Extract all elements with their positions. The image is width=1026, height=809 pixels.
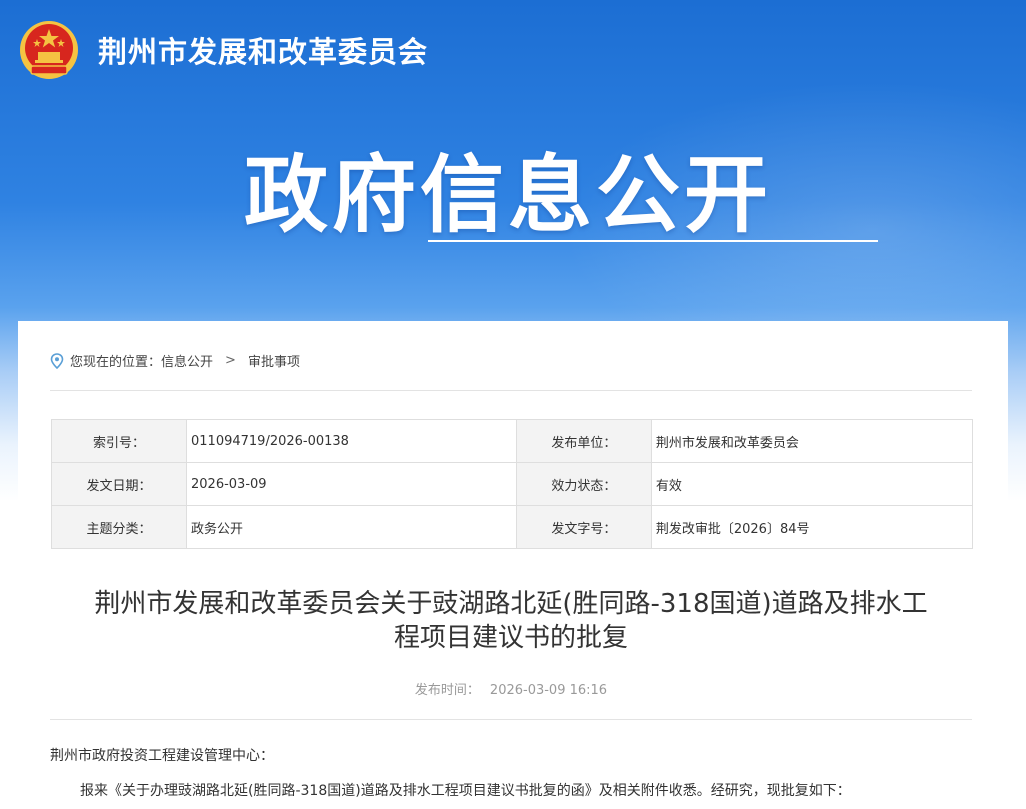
meta-value-issue-date: 2026-03-09 (186, 462, 517, 506)
document-title: 荆州市发展和改革委员会关于豉湖路北延(胜同路-318国道)道路及排水工 程项目建… (50, 587, 972, 655)
meta-key-publisher: 发布单位： (515, 419, 652, 463)
metadata-table: 索引号： 011094719/2026-00138 发布单位： 荆州市发展和改革… (51, 419, 974, 549)
document-title-line: 程项目建议书的批复 (393, 623, 628, 653)
hero-title: 政府信息公开 (244, 146, 773, 244)
document-paragraph: 报来《关于办理豉湖路北延(胜同路-318国道)道路及排水工程项目建议书批复的函》… (80, 783, 851, 799)
breadcrumb-item-approval[interactable]: 审批事项 (248, 351, 300, 370)
document-title-line: 荆州市发展和改革委员会关于豉湖路北延(胜同路-318国道)道路及排水工 (94, 589, 928, 619)
meta-value-index: 011094719/2026-00138 (186, 419, 517, 463)
table-row: 发文日期： 2026-03-09 效力状态： 有效 (51, 462, 974, 506)
document-addressee: 荆州市政府投资工程建设管理中心： (50, 748, 274, 764)
breadcrumb-prefix: 您现在的位置： (70, 355, 162, 370)
meta-value-doc-number: 荆发改审批〔2026〕84号 (650, 505, 974, 549)
breadcrumb-item-info-public[interactable]: 信息公开 (161, 351, 213, 370)
meta-value-category: 政务公开 (186, 505, 517, 549)
meta-value-validity: 有效 (650, 462, 974, 506)
site-title[interactable]: 荆州市发展和改革委员会 (98, 29, 428, 71)
location-pin-icon (50, 352, 64, 369)
meta-key-validity: 效力状态： (515, 462, 652, 506)
meta-key-doc-number: 发文字号： (515, 505, 652, 549)
breadcrumb-separator: > (225, 353, 236, 368)
divider (50, 719, 972, 720)
meta-key-issue-date: 发文日期： (51, 462, 187, 506)
divider (50, 390, 972, 391)
site-header: 荆州市发展和改革委员会 (18, 18, 428, 82)
publish-time: 发布时间： 2026-03-09 16:16 (50, 679, 972, 698)
meta-value-publisher: 荆州市发展和改革委员会 (650, 419, 974, 463)
national-emblem-icon (20, 21, 78, 79)
meta-key-index: 索引号： (51, 419, 187, 463)
meta-key-category: 主题分类： (51, 505, 187, 549)
publish-time-value: 2026-03-09 16:16 (489, 683, 608, 698)
table-row: 主题分类： 政务公开 发文字号： 荆发改审批〔2026〕84号 (51, 505, 974, 549)
content-panel: 您现在的位置： 信息公开 > 审批事项 索引号： 011094719/2026-… (18, 321, 1008, 809)
publish-time-label: 发布时间： (414, 683, 480, 698)
table-row: 索引号： 011094719/2026-00138 发布单位： 荆州市发展和改革… (51, 419, 974, 463)
hero-underline (428, 240, 878, 242)
breadcrumb: 您现在的位置： 信息公开 > 审批事项 (50, 351, 300, 370)
